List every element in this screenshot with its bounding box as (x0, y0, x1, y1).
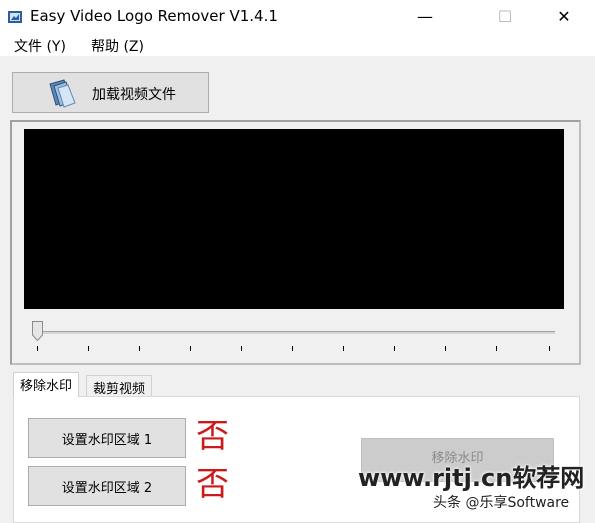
slider-tick (549, 346, 550, 351)
menu-help[interactable]: 帮助 (Z) (91, 36, 144, 56)
tab-crop-video[interactable]: 裁剪视频 (86, 375, 153, 397)
seek-slider-track[interactable] (37, 331, 555, 334)
slider-tick (88, 346, 89, 351)
minimize-icon: — (417, 7, 433, 26)
slider-tick (37, 346, 38, 351)
region-2-status: 否 (196, 464, 229, 503)
close-icon: ✕ (557, 7, 571, 26)
slider-thumb-icon[interactable] (32, 321, 43, 341)
preview-panel (10, 120, 581, 365)
title-bar: Easy Video Logo Remover V1.4.1 — ☐ ✕ (0, 0, 595, 33)
tab-remove-watermark[interactable]: 移除水印 (13, 372, 80, 397)
maximize-button[interactable]: ☐ (482, 0, 528, 33)
menu-file[interactable]: 文件 (Y) (14, 36, 66, 56)
watermark-site-text: www.rjtj.cn软荐网 (358, 464, 585, 492)
app-logo-icon (8, 11, 22, 23)
set-region-1-button[interactable]: 设置水印区域 1 (28, 418, 186, 458)
folder-open-icon (49, 79, 76, 108)
slider-tick (445, 346, 446, 351)
load-video-label: 加载视频文件 (92, 87, 176, 103)
maximize-icon: ☐ (497, 7, 513, 26)
video-preview[interactable] (24, 129, 564, 309)
slider-tick (139, 346, 140, 351)
window-title: Easy Video Logo Remover V1.4.1 (30, 7, 278, 25)
slider-tick (496, 346, 497, 351)
region-1-status: 否 (196, 416, 229, 455)
slider-tick (190, 346, 191, 351)
set-region-2-button[interactable]: 设置水印区域 2 (28, 466, 186, 506)
slider-tick (394, 346, 395, 351)
slider-tick (343, 346, 344, 351)
menu-bar: 文件 (Y) 帮助 (Z) (0, 33, 595, 56)
slider-tick (292, 346, 293, 351)
load-video-button[interactable]: 加载视频文件 (12, 72, 209, 113)
close-button[interactable]: ✕ (541, 0, 587, 33)
watermark-author-text: 头条 @乐享Software (433, 495, 570, 511)
minimize-button[interactable]: — (402, 0, 448, 33)
slider-tick (241, 346, 242, 351)
